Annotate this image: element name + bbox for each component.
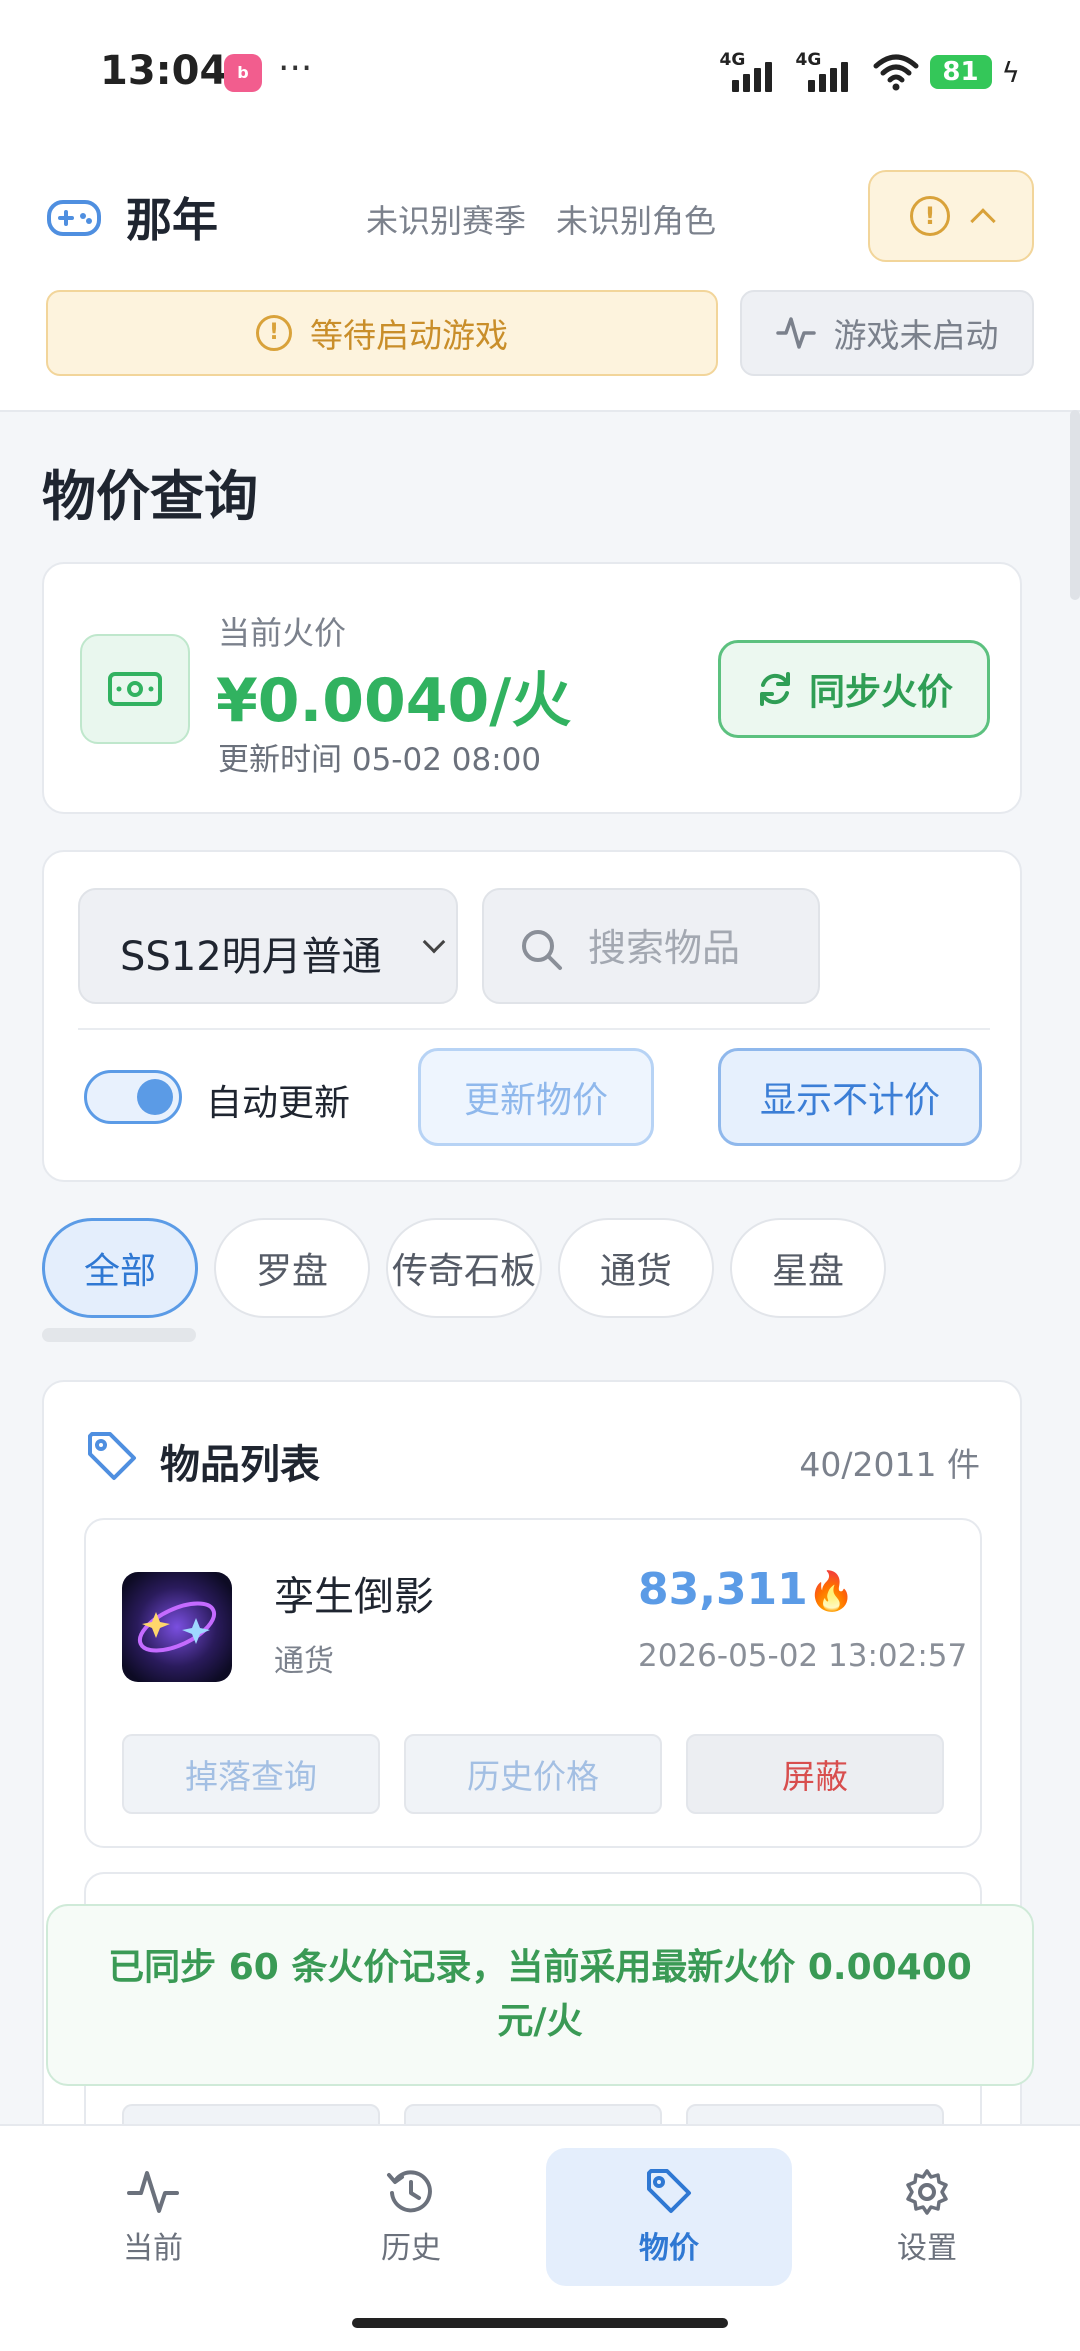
activity-icon [775, 317, 816, 349]
item-price: 83,311🔥 [638, 1564, 855, 1615]
chevron-down-icon [422, 930, 446, 954]
page-title: 物价查询 [42, 465, 258, 528]
update-price-button[interactable]: 更新物价 [418, 1048, 654, 1146]
chips-scrollbar[interactable] [42, 1328, 196, 1342]
sync-toast: 已同步 60 条火价记录，当前采用最新火价 0.00400 元/火 [46, 1904, 1034, 2086]
drop-query-button[interactable]: 掉落查询 [122, 1734, 380, 1814]
toast-text: 已同步 60 条火价记录，当前采用最新火价 0.00400 元/火 [108, 1947, 972, 2042]
wifi-icon [873, 54, 919, 91]
show-unpriced-button[interactable]: 显示不计价 [718, 1048, 982, 1146]
app-header: 那年 未识别赛季 未识别角色 ! ! 等待启动游戏 游戏未启动 [0, 150, 1080, 412]
gamepad-icon [47, 200, 101, 236]
activity-icon [127, 2171, 179, 2213]
bottom-nav: 当前 历史 物价 设置 [0, 2124, 1080, 2351]
status-bar: 13:04 b ··· 4G 4G 81 ϟ [0, 0, 1080, 150]
scrollbar[interactable] [1070, 410, 1080, 600]
season-status: 未识别赛季 [366, 202, 527, 240]
tag-icon [647, 2169, 691, 2213]
role-status: 未识别角色 [556, 202, 717, 240]
nav-item-current[interactable]: 当前 [30, 2148, 276, 2286]
alert-icon: ! [910, 196, 950, 236]
nav-label: 历史 [381, 2231, 441, 2266]
sync-price-button[interactable]: 同步火价 [718, 640, 990, 738]
cellular-signal-icon: 4G [720, 50, 786, 94]
auto-update-toggle[interactable] [84, 1070, 182, 1124]
list-item[interactable]: 孪生倒影 通货 83,311🔥 2026-05-02 13:02:57 掉落查询… [84, 1518, 982, 1848]
list-title: 物品列表 [160, 1442, 320, 1488]
battery-indicator: 81 [929, 55, 992, 89]
search-box[interactable] [482, 888, 968, 1004]
fire-icon: 🔥 [807, 1569, 856, 1613]
price-history-button[interactable]: 历史价格 [404, 1734, 662, 1814]
list-count: 40/2011 件 [799, 1445, 980, 1484]
category-tabs: 全部 罗盘 传奇石板 通货 星盘 [42, 1218, 886, 1318]
nav-item-price[interactable]: 物价 [546, 2148, 792, 2286]
cellular-signal-icon-2: 4G [796, 50, 862, 94]
update-time: 更新时间 05-02 08:00 [218, 742, 542, 778]
divider [78, 1028, 990, 1030]
nav-label: 设置 [897, 2231, 957, 2266]
app-title: 那年 [126, 193, 218, 247]
nav-item-settings[interactable]: 设置 [804, 2148, 1050, 2286]
waiting-text: 等待启动游戏 [310, 316, 508, 355]
season-select-value: SS12明月普通 [120, 934, 382, 980]
item-price-value: 83,311 [638, 1564, 808, 1615]
nav-label: 当前 [123, 2231, 183, 2266]
game-status-badge: 游戏未启动 [740, 290, 1034, 376]
search-input[interactable] [588, 920, 968, 976]
item-type: 通货 [274, 1644, 334, 1679]
nav-item-history[interactable]: 历史 [288, 2148, 534, 2286]
status-more-icon: ··· [278, 48, 313, 89]
item-image [122, 1572, 232, 1682]
current-price-value: ¥0.0040/火 [216, 666, 572, 736]
charging-icon: ϟ [1001, 55, 1020, 89]
tag-icon [88, 1432, 136, 1480]
price-card: 当前火价 ¥0.0040/火 更新时间 05-02 08:00 同步火价 [42, 562, 1022, 814]
current-price-label: 当前火价 [218, 614, 347, 652]
sync-price-label: 同步火价 [808, 672, 953, 713]
block-button[interactable]: 屏蔽 [686, 1734, 944, 1814]
warning-toggle-button[interactable]: ! [868, 170, 1034, 262]
chevron-up-icon [970, 208, 996, 234]
waiting-banner: ! 等待启动游戏 [46, 290, 718, 376]
refresh-icon [759, 672, 790, 706]
status-time: 13:04 [100, 48, 228, 94]
category-chip-all[interactable]: 全部 [42, 1218, 198, 1318]
category-chip-legend-slate[interactable]: 传奇石板 [386, 1218, 542, 1318]
category-chip-astrolabe[interactable]: 星盘 [730, 1218, 886, 1318]
game-status-text: 游戏未启动 [833, 316, 999, 355]
filter-card: SS12明月普通 自动更新 更新物价 显示不计价 [42, 850, 1022, 1182]
alert-icon: ! [256, 315, 292, 351]
auto-update-label: 自动更新 [206, 1083, 351, 1124]
gear-icon [906, 2169, 948, 2215]
category-chip-compass[interactable]: 罗盘 [214, 1218, 370, 1318]
bilibili-icon: b [224, 54, 262, 92]
nav-label: 物价 [639, 2231, 699, 2266]
search-icon [522, 930, 562, 970]
home-indicator[interactable] [352, 2318, 728, 2328]
money-icon [80, 634, 190, 744]
season-select[interactable]: SS12明月普通 [78, 888, 458, 1004]
item-name: 孪生倒影 [274, 1574, 434, 1620]
history-icon [387, 2170, 432, 2213]
item-time: 2026-05-02 13:02:57 [638, 1638, 968, 1674]
category-chip-currency[interactable]: 通货 [558, 1218, 714, 1318]
